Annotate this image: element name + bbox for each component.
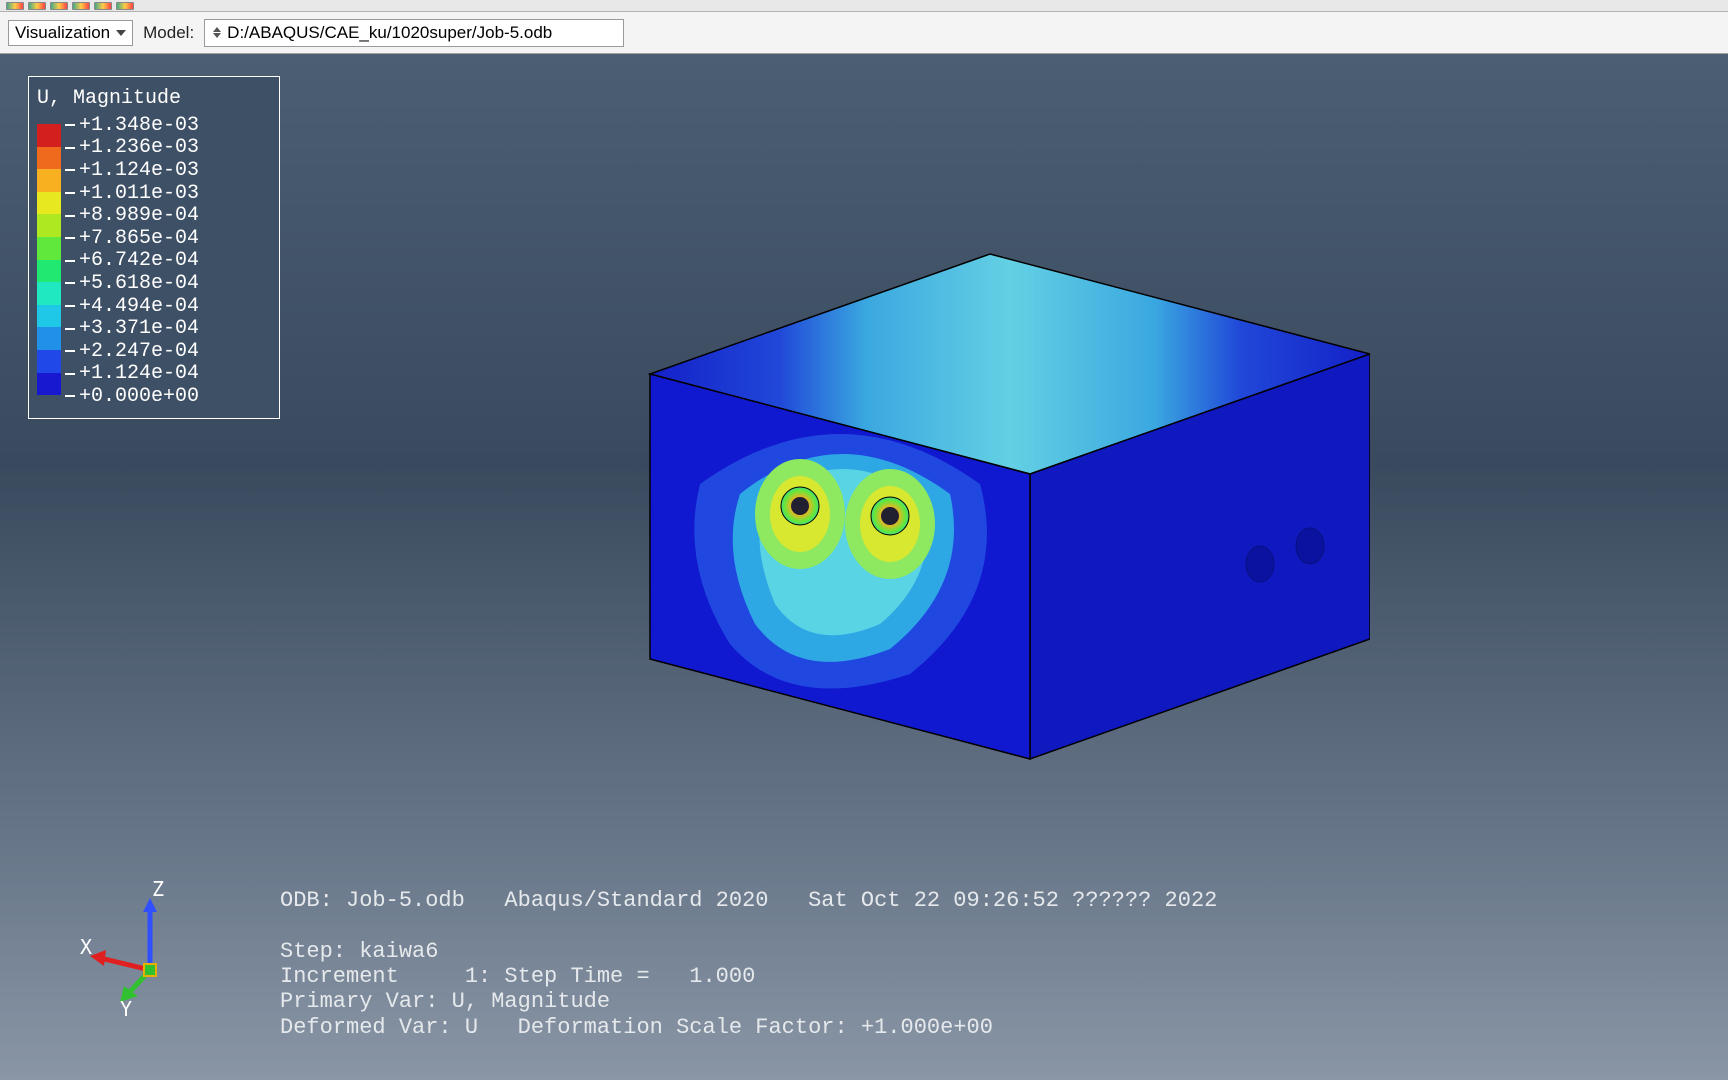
legend-color-segment — [37, 260, 61, 283]
legend-color-bar — [37, 124, 61, 395]
status-block: ODB: Job-5.odb Abaqus/Standard 2020 Sat … — [280, 888, 1217, 1040]
viewport-3d[interactable]: U, Magnitude +1.348e-03+1.236e-03+1.124e… — [0, 54, 1728, 1080]
legend-color-segment — [37, 237, 61, 260]
status-line: Deformed Var: U Deformation Scale Factor… — [280, 1015, 993, 1040]
legend-tick: +1.236e-03 — [63, 137, 199, 160]
legend-color-segment — [37, 214, 61, 237]
legend-tick: +1.348e-03 — [63, 114, 199, 137]
toolbar-icon[interactable] — [116, 2, 134, 10]
legend-tick: +1.124e-03 — [63, 159, 199, 182]
toolbar-icon[interactable] — [72, 2, 90, 10]
legend-color-segment — [37, 327, 61, 350]
module-model-row: Visualization Model: D:/ABAQUS/CAE_ku/10… — [0, 12, 1728, 54]
spinner-icon[interactable] — [213, 27, 221, 38]
status-line: ODB: Job-5.odb Abaqus/Standard 2020 Sat … — [280, 888, 1217, 913]
legend-tick: +8.989e-04 — [63, 204, 199, 227]
contour-legend: U, Magnitude +1.348e-03+1.236e-03+1.124e… — [28, 76, 280, 419]
legend-tick: +7.865e-04 — [63, 227, 199, 250]
model-label: Model: — [143, 23, 194, 43]
triad-y-label: Y — [120, 997, 132, 1021]
legend-tick: +3.371e-04 — [63, 317, 199, 340]
legend-body: +1.348e-03+1.236e-03+1.124e-03+1.011e-03… — [37, 114, 271, 408]
toolbar-icon[interactable] — [6, 2, 24, 10]
legend-tick: +5.618e-04 — [63, 272, 199, 295]
legend-color-segment — [37, 373, 61, 396]
status-line: Step: kaiwa6 — [280, 939, 438, 964]
top-icon-strip — [0, 0, 1728, 12]
module-dropdown-value: Visualization — [15, 23, 110, 43]
toolbar-icon[interactable] — [28, 2, 46, 10]
model-path-field[interactable]: D:/ABAQUS/CAE_ku/1020super/Job-5.odb — [204, 19, 624, 47]
triad-z-label: Z — [152, 877, 164, 901]
model-path-value: D:/ABAQUS/CAE_ku/1020super/Job-5.odb — [227, 23, 552, 43]
legend-color-segment — [37, 147, 61, 170]
legend-tick: +2.247e-04 — [63, 340, 199, 363]
legend-tick-column: +1.348e-03+1.236e-03+1.124e-03+1.011e-03… — [63, 114, 199, 408]
status-line: Primary Var: U, Magnitude — [280, 989, 610, 1014]
legend-color-segment — [37, 350, 61, 373]
legend-tick: +1.011e-03 — [63, 182, 199, 205]
legend-color-segment — [37, 305, 61, 328]
toolbar-icon[interactable] — [94, 2, 112, 10]
module-dropdown[interactable]: Visualization — [8, 20, 133, 46]
legend-title: U, Magnitude — [37, 87, 271, 110]
status-line: Increment 1: Step Time = 1.000 — [280, 964, 755, 989]
legend-tick: +1.124e-04 — [63, 363, 199, 386]
legend-tick: +0.000e+00 — [63, 385, 199, 408]
chevron-down-icon — [116, 30, 126, 36]
toolbar-icon[interactable] — [50, 2, 68, 10]
legend-tick: +4.494e-04 — [63, 295, 199, 318]
legend-color-segment — [37, 192, 61, 215]
fea-model-render — [590, 244, 1370, 764]
triad-x-label: X — [80, 935, 92, 959]
legend-tick: +6.742e-04 — [63, 250, 199, 273]
legend-color-segment — [37, 169, 61, 192]
legend-color-segment — [37, 124, 61, 147]
legend-color-segment — [37, 282, 61, 305]
orientation-triad: Z X Y — [80, 890, 200, 1020]
